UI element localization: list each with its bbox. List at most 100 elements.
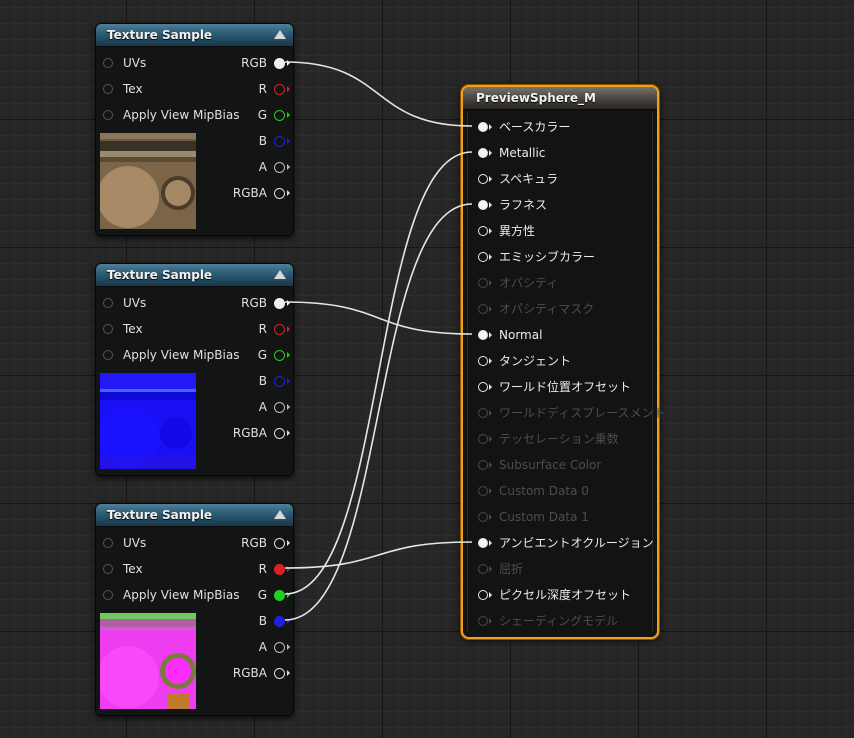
- input-pin-circle-icon[interactable]: [103, 538, 113, 548]
- input-pin-circle-icon[interactable]: [103, 58, 113, 68]
- output-pin-circle-icon[interactable]: [274, 136, 285, 147]
- wire-r-to-ambient-occlusion[interactable]: [284, 541, 473, 569]
- output-pin-g[interactable]: G: [195, 345, 290, 365]
- output-pin-circle-icon[interactable]: [274, 668, 285, 679]
- pin-arrow-icon: [489, 332, 492, 338]
- output-pin-label: A: [258, 160, 267, 174]
- pin-arrow-icon: [287, 618, 290, 624]
- node-header[interactable]: Texture Sample: [96, 504, 293, 527]
- material-pin-circle-icon[interactable]: [478, 200, 488, 210]
- input-pin-label: Tex: [123, 82, 143, 96]
- texture-sample-node-3[interactable]: Texture Sample UVs Tex Apply View MipBias R…: [95, 503, 294, 716]
- pin-arrow-icon: [489, 358, 492, 364]
- material-pin-circle-icon: [478, 460, 488, 470]
- material-pin-circle-icon[interactable]: [478, 356, 488, 366]
- output-pin-label: RGB: [241, 296, 267, 310]
- node-title: Texture Sample: [107, 508, 213, 522]
- collapse-arrow-icon[interactable]: [274, 510, 286, 519]
- output-pin-a[interactable]: A: [195, 397, 290, 417]
- pin-arrow-icon: [489, 176, 492, 182]
- input-pin-circle-icon[interactable]: [103, 324, 113, 334]
- material-pin-circle-icon[interactable]: [478, 382, 488, 392]
- material-node-header[interactable]: PreviewSphere_M: [463, 87, 657, 110]
- material-pin-circle-icon[interactable]: [478, 148, 488, 158]
- texture-sample-node-1[interactable]: Texture Sample UVs Tex Apply View MipBias R…: [95, 23, 294, 236]
- wire-rgb-to-base-color[interactable]: [284, 61, 473, 127]
- output-pin-a[interactable]: A: [195, 637, 290, 657]
- pin-arrow-icon: [287, 326, 290, 332]
- output-pin-label: R: [258, 82, 267, 96]
- node-header[interactable]: Texture Sample: [96, 264, 293, 287]
- output-pin-rgba[interactable]: RGBA: [195, 183, 290, 203]
- output-pin-circle-icon[interactable]: [274, 590, 285, 601]
- input-pin-label: Tex: [123, 562, 143, 576]
- output-pin-circle-icon[interactable]: [274, 616, 285, 627]
- material-pin-label: ワールド位置オフセット: [499, 380, 632, 394]
- output-pin-circle-icon[interactable]: [274, 402, 285, 413]
- material-pin-circle-icon[interactable]: [478, 252, 488, 262]
- output-pin-circle-icon[interactable]: [274, 376, 285, 387]
- material-pin-circle-icon[interactable]: [478, 590, 488, 600]
- input-pin-circle-icon[interactable]: [103, 564, 113, 574]
- output-pin-circle-icon[interactable]: [274, 162, 285, 173]
- output-pin-circle-icon[interactable]: [274, 564, 285, 575]
- wire-rgb-to-normal[interactable]: [284, 301, 473, 335]
- output-pin-r[interactable]: R: [195, 319, 290, 339]
- output-pin-circle-icon[interactable]: [274, 642, 285, 653]
- output-pin-circle-icon[interactable]: [274, 298, 285, 309]
- output-pin-r[interactable]: R: [195, 79, 290, 99]
- pin-arrow-icon: [489, 592, 492, 598]
- output-pin-circle-icon[interactable]: [274, 428, 285, 439]
- material-pin-label: ベースカラー: [499, 120, 571, 134]
- material-pin-circle-icon[interactable]: [478, 538, 488, 548]
- material-pin-label: テッセレーション乗数: [499, 432, 619, 446]
- pin-arrow-icon: [287, 352, 290, 358]
- node-header[interactable]: Texture Sample: [96, 24, 293, 47]
- material-pin-circle-icon: [478, 278, 488, 288]
- output-pin-rgb[interactable]: RGB: [195, 293, 290, 313]
- output-pin-rgb[interactable]: RGB: [195, 533, 290, 553]
- output-pin-circle-icon[interactable]: [274, 350, 285, 361]
- pin-arrow-icon: [287, 60, 290, 66]
- pin-arrow-icon: [287, 670, 290, 676]
- input-pin-circle-icon[interactable]: [103, 590, 113, 600]
- material-pin-circle-icon[interactable]: [478, 122, 488, 132]
- input-pin-circle-icon[interactable]: [103, 84, 113, 94]
- output-pin-b[interactable]: B: [195, 611, 290, 631]
- pin-arrow-icon: [489, 202, 492, 208]
- collapse-arrow-icon[interactable]: [274, 30, 286, 39]
- output-pin-rgba[interactable]: RGBA: [195, 663, 290, 683]
- output-pin-circle-icon[interactable]: [274, 84, 285, 95]
- input-pin-circle-icon[interactable]: [103, 350, 113, 360]
- collapse-arrow-icon[interactable]: [274, 270, 286, 279]
- output-pin-circle-icon[interactable]: [274, 538, 285, 549]
- output-pin-r[interactable]: R: [195, 559, 290, 579]
- output-pin-a[interactable]: A: [195, 157, 290, 177]
- output-pin-b[interactable]: B: [195, 131, 290, 151]
- output-pin-b[interactable]: B: [195, 371, 290, 391]
- output-pin-label: R: [258, 322, 267, 336]
- output-pin-circle-icon[interactable]: [274, 110, 285, 121]
- output-pin-g[interactable]: G: [195, 585, 290, 605]
- wire-b-to-roughness[interactable]: [284, 203, 473, 621]
- output-pin-rgb[interactable]: RGB: [195, 53, 290, 73]
- output-pin-label: A: [258, 400, 267, 414]
- material-pin-label: スペキュラ: [499, 172, 559, 186]
- material-result-node[interactable]: PreviewSphere_M ベースカラー Metallic スペキュラ ラフネス異…: [461, 85, 666, 639]
- material-pin-circle-icon[interactable]: [478, 174, 488, 184]
- output-pin-circle-icon[interactable]: [274, 324, 285, 335]
- material-pin-label: シェーディングモデル: [499, 614, 619, 628]
- material-pin-circle-icon[interactable]: [478, 226, 488, 236]
- output-pin-g[interactable]: G: [195, 105, 290, 125]
- material-pin-label: ラフネス: [499, 198, 548, 212]
- input-pin-circle-icon[interactable]: [103, 298, 113, 308]
- pin-arrow-icon: [287, 112, 290, 118]
- wire-g-to-metallic[interactable]: [284, 151, 473, 595]
- output-pin-circle-icon[interactable]: [274, 58, 285, 69]
- material-pin-circle-icon[interactable]: [478, 330, 488, 340]
- output-pin-rgba[interactable]: RGBA: [195, 423, 290, 443]
- texture-sample-node-2[interactable]: Texture Sample UVs Tex Apply View MipBias R…: [95, 263, 294, 476]
- output-pin-circle-icon[interactable]: [274, 188, 285, 199]
- input-pin-circle-icon[interactable]: [103, 110, 113, 120]
- output-pin-label: RGBA: [232, 666, 267, 680]
